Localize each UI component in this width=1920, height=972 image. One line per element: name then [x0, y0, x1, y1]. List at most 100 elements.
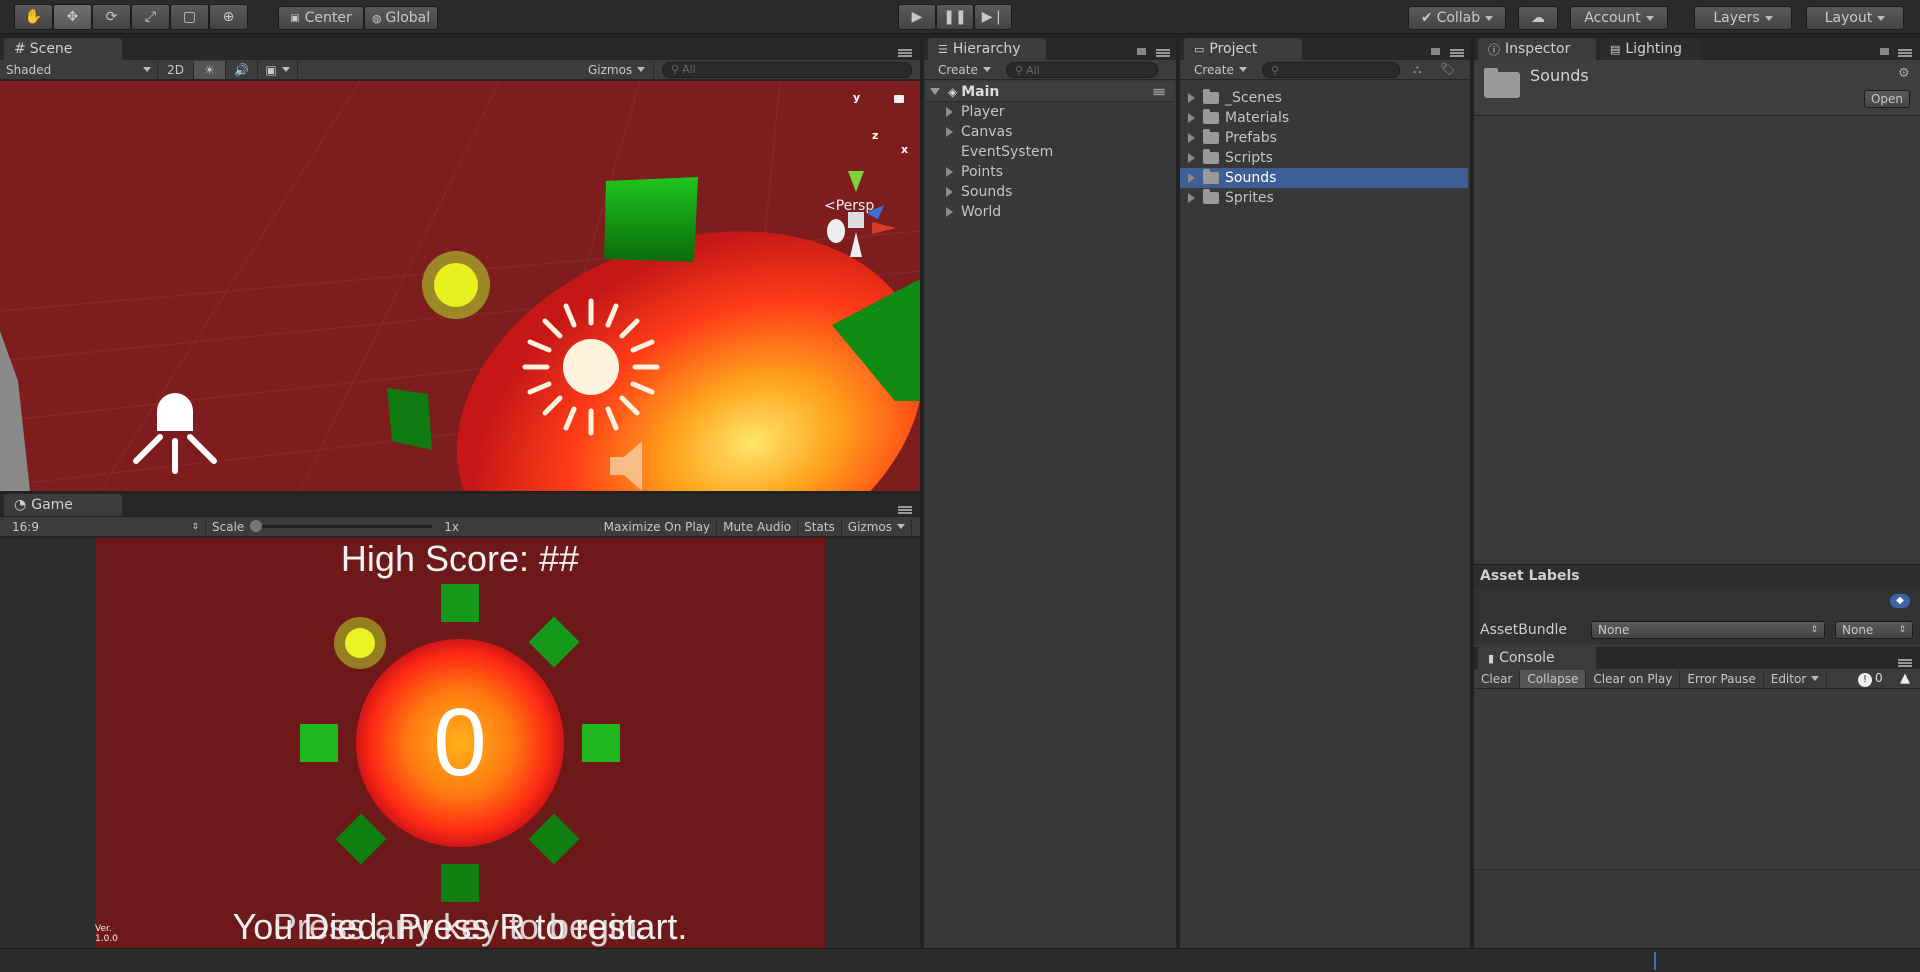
transform-tool-button[interactable]: ⊕	[209, 4, 248, 30]
pivot-global-button[interactable]: ◍ Global	[364, 6, 438, 30]
pivot-center-button[interactable]: ▣ Center	[278, 6, 364, 30]
tab-game[interactable]: ◔ Game	[4, 494, 122, 516]
hierarchy-item[interactable]: Player	[946, 102, 1174, 122]
hierarchy-create-dropdown[interactable]: Create	[924, 61, 1004, 79]
console-detail-area[interactable]	[1474, 872, 1920, 948]
game-viewport[interactable]: High Score: ## 0 You Died, Press R to re…	[95, 538, 825, 948]
scale-track[interactable]	[250, 520, 433, 532]
expand-arrow-icon[interactable]	[1188, 173, 1195, 183]
filter-label-icon[interactable]: 🏷	[1440, 62, 1455, 76]
scale-thumb[interactable]	[250, 520, 263, 532]
layers-button[interactable]: Layers	[1694, 6, 1792, 30]
variant-dropdown[interactable]: None ⇕	[1835, 621, 1913, 639]
lighting-toggle[interactable]: ☀	[194, 60, 226, 79]
expand-arrow-icon[interactable]	[946, 127, 953, 137]
audio-toggle[interactable]: 🔊	[226, 60, 258, 79]
game-gizmos-dropdown[interactable]: Gizmos	[842, 517, 912, 536]
game-panel-menu-icon[interactable]	[898, 506, 912, 514]
pause-button[interactable]: ❚❚	[936, 4, 974, 30]
console-button-collapse[interactable]: Collapse	[1520, 669, 1587, 688]
updown-icon: ⇕	[191, 521, 199, 532]
lock-icon[interactable]	[894, 95, 904, 103]
project-folder-item[interactable]: Sounds	[1180, 168, 1468, 188]
inspector-settings-icon[interactable]: ⚙	[1898, 66, 1910, 81]
maximize-on-play-toggle[interactable]: Maximize On Play	[598, 517, 718, 536]
tab-project[interactable]: ▭ Project	[1184, 38, 1302, 60]
image-icon: ▣	[265, 62, 277, 77]
expand-arrow-icon[interactable]	[946, 207, 953, 217]
hierarchy-item[interactable]: EventSystem	[946, 142, 1174, 162]
expand-arrow-icon[interactable]	[930, 88, 940, 95]
tag-icon[interactable]: ◆	[1890, 594, 1910, 608]
project-folder-item[interactable]: Sprites	[1180, 188, 1468, 208]
inspector-lock-icon[interactable]	[1880, 48, 1889, 55]
expand-arrow-icon[interactable]	[946, 107, 953, 117]
scale-slider[interactable]: Scale 1x	[206, 518, 474, 536]
scene-search-input[interactable]: ⚲ All	[662, 61, 912, 78]
hierarchy-item[interactable]: Canvas	[946, 122, 1174, 142]
expand-arrow-icon[interactable]	[1188, 193, 1195, 203]
inspector-panel-menu-icon[interactable]	[1898, 49, 1912, 57]
collab-button[interactable]: ✔ Collab	[1408, 6, 1506, 30]
error-count-badge[interactable]: ! 0	[1858, 671, 1883, 687]
console-log-area[interactable]	[1474, 690, 1920, 870]
tab-console[interactable]: ▮ Console	[1478, 647, 1596, 669]
expand-arrow-icon[interactable]	[1188, 153, 1195, 163]
project-folder-item[interactable]: Prefabs	[1180, 128, 1468, 148]
project-folder-item[interactable]: _Scenes	[1180, 88, 1468, 108]
hierarchy-scene-row[interactable]: ◈ Main	[926, 82, 1174, 102]
account-button[interactable]: Account	[1570, 6, 1668, 30]
persp-label[interactable]: <Persp	[824, 198, 874, 214]
console-button-clear[interactable]: Clear	[1474, 669, 1521, 688]
project-search-input[interactable]: ⚲	[1262, 62, 1400, 78]
expand-arrow-icon[interactable]	[946, 167, 953, 177]
tab-lighting[interactable]: ▤ Lighting	[1600, 38, 1700, 60]
project-lock-icon[interactable]	[1431, 48, 1440, 55]
hierarchy-lock-icon[interactable]	[1137, 48, 1146, 55]
aspect-dropdown[interactable]: 16:9 ⇕	[0, 517, 206, 536]
warning-icon[interactable]: ▲	[1900, 671, 1910, 686]
tab-hierarchy[interactable]: ☰ Hierarchy	[928, 38, 1046, 60]
tab-scene[interactable]: # Scene	[4, 38, 122, 60]
expand-arrow-icon[interactable]	[1188, 93, 1195, 103]
tab-inspector[interactable]: ⓘ Inspector	[1478, 38, 1596, 60]
shading-dropdown[interactable]: Shaded	[0, 60, 158, 79]
console-button-clear-on-play[interactable]: Clear on Play	[1586, 669, 1681, 688]
hierarchy-search-input[interactable]: ⚲ All	[1006, 62, 1158, 78]
project-folder-item[interactable]: Scripts	[1180, 148, 1468, 168]
project-create-dropdown[interactable]: Create	[1180, 61, 1260, 79]
hierarchy-item-label: Points	[961, 164, 1004, 180]
project-panel-menu-icon[interactable]	[1450, 49, 1464, 57]
hierarchy-item[interactable]: Sounds	[946, 182, 1174, 202]
open-button[interactable]: Open	[1864, 90, 1910, 108]
hierarchy-item[interactable]: Points	[946, 162, 1174, 182]
scale-tool-button[interactable]: ⤢	[131, 4, 170, 30]
stats-toggle[interactable]: Stats	[798, 517, 842, 536]
cloud-button[interactable]: ☁	[1518, 6, 1558, 30]
rect-tool-button[interactable]: ▢	[170, 4, 209, 30]
scene-row-menu-icon[interactable]	[1153, 88, 1165, 96]
2d-toggle[interactable]: 2D	[158, 60, 194, 79]
expand-arrow-icon[interactable]	[1188, 133, 1195, 143]
hierarchy-panel-menu-icon[interactable]	[1156, 49, 1170, 57]
scene-panel-menu-icon[interactable]	[898, 49, 912, 57]
console-panel-menu-icon[interactable]	[1898, 659, 1912, 667]
layout-button[interactable]: Layout	[1806, 6, 1904, 30]
assetbundle-dropdown[interactable]: None ⇕	[1591, 621, 1825, 639]
console-button-editor[interactable]: Editor	[1764, 669, 1828, 688]
scene-viewport[interactable]: y z x <Persp	[0, 81, 920, 491]
move-tool-button[interactable]: ✥	[53, 4, 92, 30]
console-button-error-pause[interactable]: Error Pause	[1680, 669, 1764, 688]
mute-audio-toggle[interactable]: Mute Audio	[717, 517, 799, 536]
hierarchy-item[interactable]: World	[946, 202, 1174, 222]
project-folder-item[interactable]: Materials	[1180, 108, 1468, 128]
rotate-tool-button[interactable]: ⟳	[92, 4, 131, 30]
hand-tool-button[interactable]: ✋	[14, 4, 53, 30]
effects-dropdown[interactable]: ▣	[258, 60, 298, 79]
expand-arrow-icon[interactable]	[946, 187, 953, 197]
filter-type-icon[interactable]: ⛬	[1413, 62, 1421, 77]
scene-gizmos-dropdown[interactable]: Gizmos	[582, 60, 654, 79]
expand-arrow-icon[interactable]	[1188, 113, 1195, 123]
step-button[interactable]: ▶❘	[974, 4, 1012, 30]
play-button[interactable]: ▶	[898, 4, 936, 30]
